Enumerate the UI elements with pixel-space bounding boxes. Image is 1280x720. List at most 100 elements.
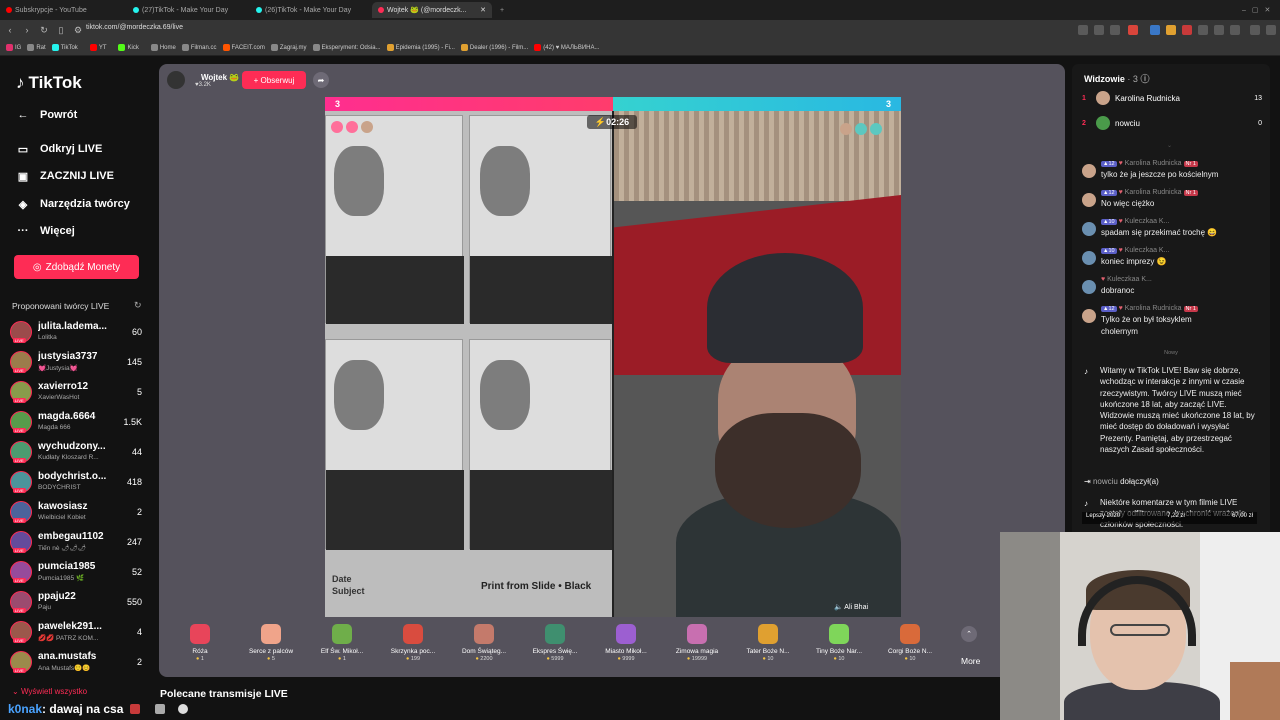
nav-back[interactable]: ← Powrót xyxy=(16,109,78,121)
site-info-icon[interactable]: ⚙ xyxy=(71,23,85,37)
reload-icon[interactable]: ↻ xyxy=(37,23,51,37)
nav-more[interactable]: ··· Więcej xyxy=(16,225,75,237)
extension-icon[interactable] xyxy=(1214,25,1224,35)
bookmark-item[interactable]: YT xyxy=(89,44,106,51)
bookmark-item[interactable]: Eksperyment: Odsia... xyxy=(312,44,381,51)
refresh-icon[interactable]: ↻ xyxy=(134,300,142,311)
chat-username[interactable]: Karolina Rudnicka xyxy=(1125,189,1182,196)
creator-item[interactable]: LIVE julita.ladema... Lolitka 60 xyxy=(10,319,145,347)
bookmark-item[interactable]: FACEIT.com xyxy=(222,44,265,51)
nav-discover-live[interactable]: ▭ Odkryj LIVE xyxy=(16,143,103,156)
photo-caption-date: Date Subject xyxy=(332,573,365,597)
gift-item[interactable]: Róża ● 1 xyxy=(169,620,231,672)
creator-nickname: Wielbiciel Kobiet xyxy=(38,514,86,521)
chat-username[interactable]: Kuleczkaa K... xyxy=(1125,247,1170,254)
gift-item[interactable]: Corgi Boże N... ● 10 xyxy=(879,620,941,672)
creator-item[interactable]: LIVE pumcia1985 Pumcia1985 🌿 52 xyxy=(10,559,145,587)
host-name[interactable]: Wojtek 🐸 xyxy=(201,73,239,82)
creator-item[interactable]: LIVE embegau1102 Tiến nè 🌶🌶🌶 247 xyxy=(10,529,145,557)
bookmark-item[interactable]: Dealer (1996) - Film... xyxy=(460,44,528,51)
address-bar[interactable]: tiktok.com/@mordeczka.69/live xyxy=(86,24,183,31)
gift-item[interactable]: Tater Boże N... ● 10 xyxy=(737,620,799,672)
photo-frame xyxy=(469,115,612,324)
share-icon[interactable]: ➦ xyxy=(313,72,329,88)
extension-icon[interactable] xyxy=(1078,25,1088,35)
bookmark-item[interactable]: Epidemia (1995) - Fi... xyxy=(386,44,455,51)
back-icon[interactable]: ‹ xyxy=(3,23,17,37)
extension-icon[interactable] xyxy=(1182,25,1192,35)
chevron-up-icon[interactable]: ⌃ xyxy=(961,626,977,642)
bookmark-item[interactable]: Home xyxy=(150,44,176,51)
creator-item[interactable]: LIVE wychudzony... Kudłaty Kloszard R... 44 xyxy=(10,439,145,467)
viewer-item[interactable]: 1 Karolina Rudnicka 13 xyxy=(1082,90,1262,106)
creator-item[interactable]: LIVE xavierro12 XavierWasHot 5 xyxy=(10,379,145,407)
browser-tab[interactable]: Subskrypcje - YouTube xyxy=(0,2,125,18)
extension-icon[interactable] xyxy=(1166,25,1176,35)
creator-name: kawosiasz xyxy=(38,501,88,512)
join-icon: ⇥ xyxy=(1084,477,1093,486)
gift-item[interactable]: Tiny Boże Nar... ● 10 xyxy=(808,620,870,672)
avatar xyxy=(1082,280,1096,294)
host-avatar[interactable] xyxy=(167,71,185,89)
viewer-item[interactable]: 2 nowciu 0 xyxy=(1082,115,1262,131)
bookmark-item[interactable]: Filman.cc xyxy=(181,44,217,51)
viewer-count: 5 xyxy=(136,387,142,397)
gift-item[interactable]: Zimowa magia ● 19999 xyxy=(666,620,728,672)
stream-chat-overlay: k0nak: dawaj na csa xyxy=(0,700,200,720)
more-gifts-button[interactable]: More xyxy=(961,656,980,666)
bookmark-icon[interactable]: ▯ xyxy=(54,23,68,37)
gift-item[interactable]: Miasto Mikoł... ● 9999 xyxy=(595,620,657,672)
playlist-icon[interactable] xyxy=(1250,25,1260,35)
creator-item[interactable]: LIVE bodychrist.o... BODYCHRIST 418 xyxy=(10,469,145,497)
creator-item[interactable]: LIVE magda.6664 Magda 666 1.5K xyxy=(10,409,145,437)
creator-item[interactable]: LIVE pawelek291... 💋💋 PATRZ KOM... 4 xyxy=(10,619,145,647)
chat-username[interactable]: Kuleczkaa K... xyxy=(1125,218,1170,225)
battle-view[interactable]: 3 3 Date Subject Print from Slide • Black xyxy=(325,97,901,617)
bookmark-item[interactable]: IG xyxy=(6,44,21,51)
creator-item[interactable]: LIVE justysia3737 💓Justysia💓 145 xyxy=(10,349,145,377)
bookmark-item[interactable]: TikTok xyxy=(51,44,78,51)
chat-username[interactable]: Karolina Rudnicka xyxy=(1125,160,1182,167)
follow-button[interactable]: + Obserwuj xyxy=(242,71,306,89)
tiktok-logo[interactable]: ♪ TikTok xyxy=(16,73,82,93)
brave-shield-icon[interactable] xyxy=(1128,25,1138,35)
browser-tab[interactable]: (26)TikTok - Make Your Day xyxy=(250,2,370,18)
info-icon[interactable]: ⓘ xyxy=(1138,74,1149,84)
gift-item[interactable]: Ekspres Świę... ● 5999 xyxy=(524,620,586,672)
menu-icon[interactable] xyxy=(1266,25,1276,35)
bookmark-item[interactable]: Zagraj.my xyxy=(270,44,307,51)
browser-toolbar: ‹ › ↻ ▯ ⚙ tiktok.com/@mordeczka.69/live xyxy=(0,20,1280,40)
show-all-link[interactable]: ⌄ Wyświetl wszystko xyxy=(12,687,87,696)
extension-icon[interactable] xyxy=(1198,25,1208,35)
nav-start-live[interactable]: ▣ ZACZNIJ LIVE xyxy=(16,170,114,183)
creator-item[interactable]: LIVE ppaju22 Paju 550 xyxy=(10,589,145,617)
taskbar-icon[interactable] xyxy=(130,704,140,714)
extension-icon[interactable] xyxy=(1230,25,1240,35)
instagram-icon xyxy=(6,44,13,51)
browser-tab-active[interactable]: Wojtek 🐸 (@mordeczk... ✕ xyxy=(372,2,492,18)
forward-icon[interactable]: › xyxy=(20,23,34,37)
gift-item[interactable]: Elf Św. Mikoł... ● 1 xyxy=(311,620,373,672)
chat-username[interactable]: Karolina Rudnicka xyxy=(1125,305,1182,312)
bookmark-item[interactable]: Rat xyxy=(27,44,46,51)
zoom-icon[interactable] xyxy=(1094,25,1104,35)
gift-item[interactable]: Dom Świąteg... ● 2200 xyxy=(453,620,515,672)
new-tab-button[interactable]: + xyxy=(494,2,510,18)
bookmark-item[interactable]: (42) ♥ МАЛЬВИНА... xyxy=(534,44,600,51)
taskbar-icon[interactable] xyxy=(178,704,188,714)
chat-username[interactable]: Kuleczkaa K... xyxy=(1107,276,1152,283)
taskbar-icon[interactable] xyxy=(155,704,165,714)
chevron-down-icon[interactable]: ⌄ xyxy=(1167,142,1172,149)
window-controls[interactable]: –▢✕ xyxy=(1236,2,1280,18)
browser-tab[interactable]: (27)TikTok - Make Your Day xyxy=(127,2,247,18)
share-icon[interactable] xyxy=(1110,25,1120,35)
gift-item[interactable]: Skrzynka poc... ● 199 xyxy=(382,620,444,672)
nav-creator-tools[interactable]: ◈ Narzędzia twórcy xyxy=(16,198,130,211)
get-coins-button[interactable]: ◎ Zdobądź Monety xyxy=(14,255,139,279)
bookmark-item[interactable]: Kick xyxy=(118,44,139,51)
creator-item[interactable]: LIVE kawosiasz Wielbiciel Kobiet 2 xyxy=(10,499,145,527)
extension-icon[interactable] xyxy=(1150,25,1160,35)
close-tab-icon[interactable]: ✕ xyxy=(480,6,486,14)
creator-item[interactable]: LIVE ana.mustafs Ana Mustafs🙂😊 2 xyxy=(10,649,145,677)
gift-item[interactable]: Serce z palców ● 5 xyxy=(240,620,302,672)
